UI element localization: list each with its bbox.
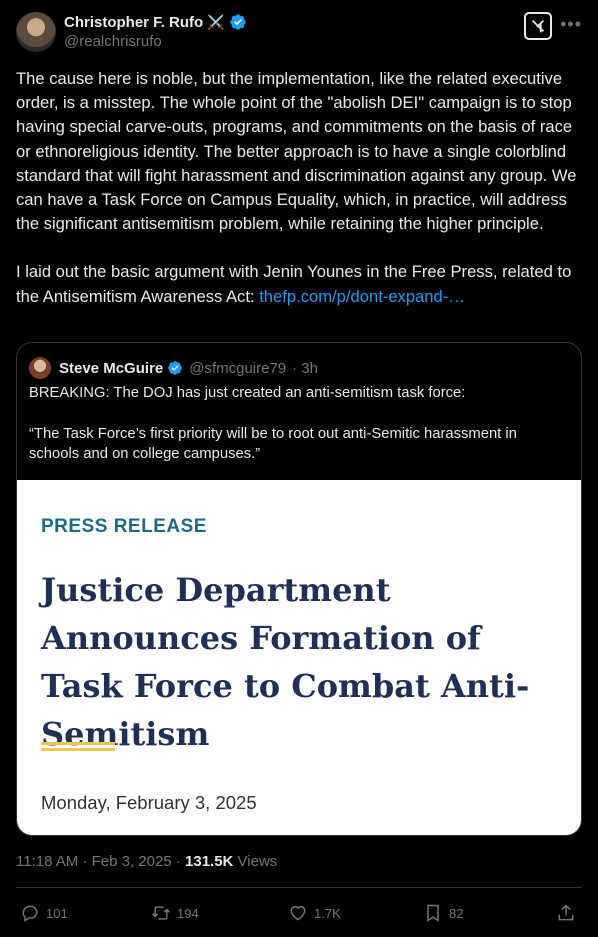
divider [16, 887, 582, 888]
swords-emoji-icon: ⚔️ [207, 13, 225, 30]
press-release-title: Justice Department Announces Formation o… [41, 571, 530, 753]
more-options-icon[interactable]: ••• [560, 14, 582, 35]
quoted-author-handle: @sfmcguire79 [189, 359, 287, 377]
action-bar: 101 194 1.7K 82 [16, 903, 582, 923]
post-time[interactable]: 11:18 AM [16, 853, 78, 870]
press-release-label: PRESS RELEASE [41, 516, 207, 537]
views-label: Views [233, 853, 278, 870]
grok-button[interactable] [524, 12, 552, 40]
bookmark-count: 82 [449, 905, 464, 921]
quoted-post-header: Steve McGuire @sfmcguire79 · 3h [29, 357, 318, 379]
post-paragraph-1: The cause here is noble, but the impleme… [16, 69, 577, 234]
bookmark-icon [427, 904, 439, 922]
author-name[interactable]: Christopher F. Rufo [64, 14, 203, 31]
repost-button[interactable]: 194 [151, 903, 199, 923]
quoted-author-name: Steve McGuire [59, 359, 164, 377]
repost-count: 194 [177, 905, 199, 921]
like-count: 1.7K [314, 905, 341, 921]
bookmark-button[interactable]: 82 [423, 903, 463, 923]
verified-badge-icon[interactable] [229, 13, 247, 31]
like-button[interactable]: 1.7K [288, 903, 341, 923]
reply-button[interactable]: 101 [20, 903, 68, 923]
meta-separator-2: · [171, 853, 186, 870]
grok-icon [531, 19, 545, 33]
verified-badge-icon [168, 361, 183, 375]
post-meta: 11:18 AM · Feb 3, 2025 · 131.5K Views [16, 853, 277, 870]
post-header: Christopher F. Rufo ⚔️ @realchrisrufo ••… [16, 12, 582, 52]
quoted-author-avatar [29, 357, 51, 379]
reply-count: 101 [46, 905, 68, 921]
share-icon [558, 904, 574, 921]
heart-icon [290, 906, 306, 921]
author-avatar[interactable] [16, 12, 56, 52]
meta-separator: · [78, 853, 92, 870]
reply-icon [22, 905, 38, 922]
quoted-line-1: BREAKING: The DOJ has just created an an… [29, 385, 466, 401]
post-date[interactable]: Feb 3, 2025 [92, 853, 172, 870]
press-release-image[interactable]: PRESS RELEASE Justice Department Announc… [17, 480, 581, 835]
views-count: 131.5K [185, 853, 234, 870]
author-handle[interactable]: @realchrisrufo [64, 33, 162, 50]
quoted-post[interactable]: Steve McGuire @sfmcguire79 · 3h BREAKING… [16, 342, 582, 836]
quoted-post-time: · 3h [292, 359, 319, 377]
repost-icon [152, 906, 170, 920]
post-paragraph-2: I laid out the basic argument with Jenin… [16, 260, 586, 308]
quoted-post-text: BREAKING: The DOJ has just created an an… [29, 383, 569, 465]
post-text: The cause here is noble, but the impleme… [16, 67, 586, 309]
press-release-date: Monday, February 3, 2025 [41, 792, 257, 813]
quoted-line-2: “The Task Force’s first priority will be… [29, 425, 517, 463]
article-link[interactable]: thefp.com/p/dont-expand-… [259, 287, 465, 306]
share-button[interactable] [556, 903, 576, 923]
author-name-row: Christopher F. Rufo ⚔️ [64, 13, 247, 31]
press-release-divider [41, 742, 115, 751]
